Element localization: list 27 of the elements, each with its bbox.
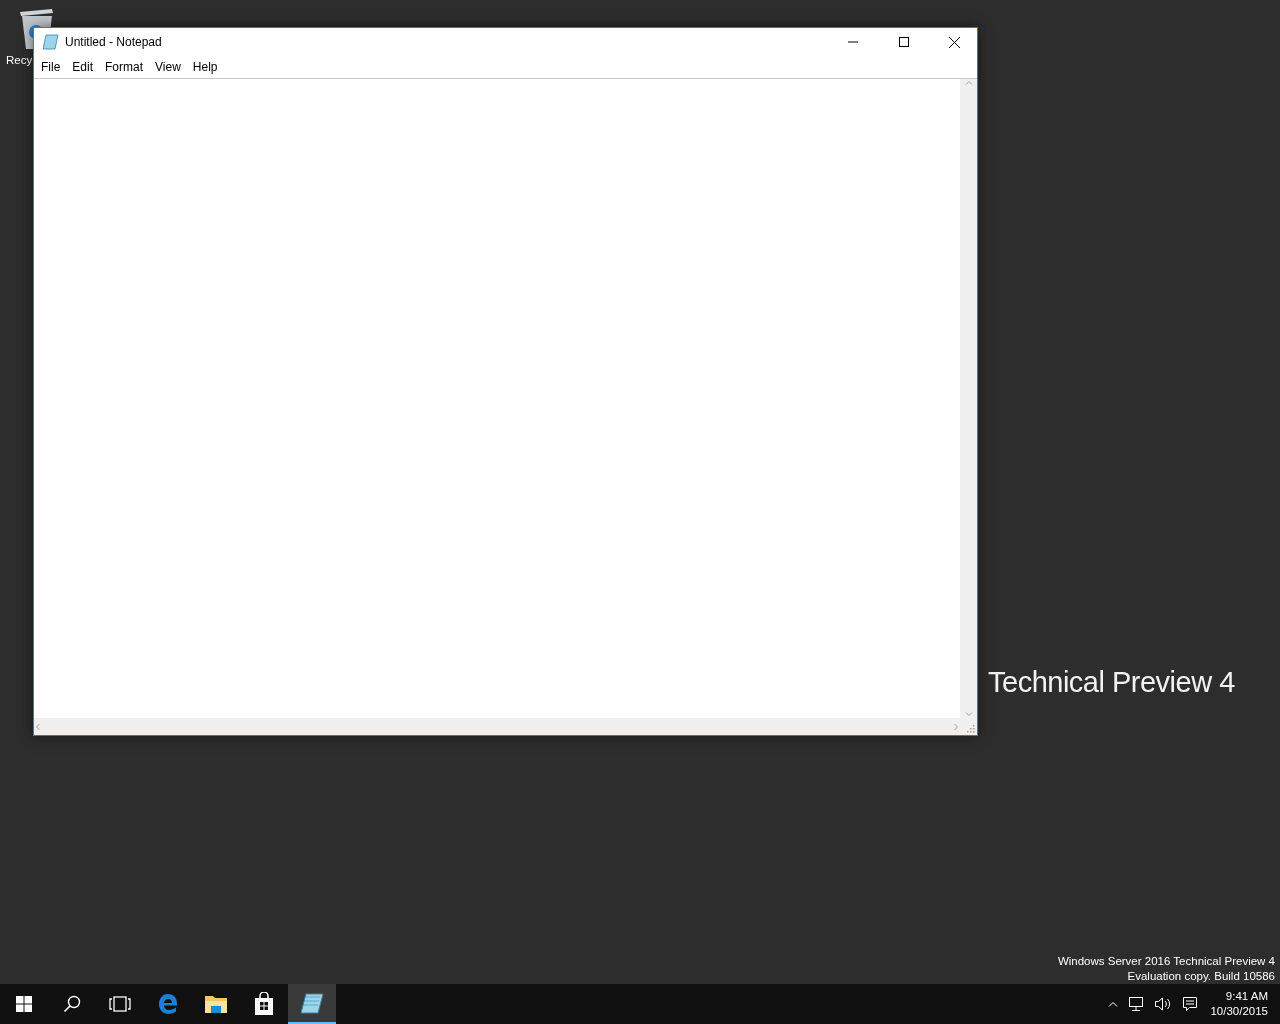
clock[interactable]: 9:41 AM 10/30/2015 (1208, 989, 1270, 1019)
menu-item[interactable]: Format (99, 58, 150, 76)
desktop-icon-label[interactable]: Recy (6, 54, 33, 66)
edge-logo-icon (158, 993, 178, 1015)
menu-item[interactable]: Help (186, 58, 224, 76)
shopping-bag-icon (254, 992, 274, 1016)
version-text: Windows Server 2016 Technical Preview 4 (1057, 955, 1275, 967)
version-text: Evaluation copy. Build 10586 (1127, 970, 1275, 982)
notification-icon[interactable] (1182, 996, 1199, 1012)
close-icon (949, 36, 960, 48)
chevron-up-icon[interactable] (1108, 1001, 1119, 1007)
menu-item[interactable]: Edit (66, 58, 100, 76)
speaker-icon[interactable] (1154, 996, 1173, 1012)
network-icon[interactable] (1128, 996, 1145, 1012)
search-icon (63, 995, 81, 1013)
menu-item[interactable]: View (149, 58, 187, 76)
menu-item[interactable]: File (35, 58, 67, 76)
window-title: Untitled - Notepad (65, 35, 163, 49)
folder-icon (204, 994, 228, 1014)
resize-grip-icon[interactable] (965, 723, 975, 733)
notepad-icon (43, 34, 59, 50)
notepad-icon (300, 992, 324, 1014)
wallpaper-text: Technical Preview 4 (988, 666, 1235, 699)
maximize-icon (898, 37, 909, 47)
task-view-icon (109, 996, 131, 1012)
taskbar-app-button[interactable] (288, 984, 336, 1024)
windows-logo-icon (16, 996, 32, 1012)
